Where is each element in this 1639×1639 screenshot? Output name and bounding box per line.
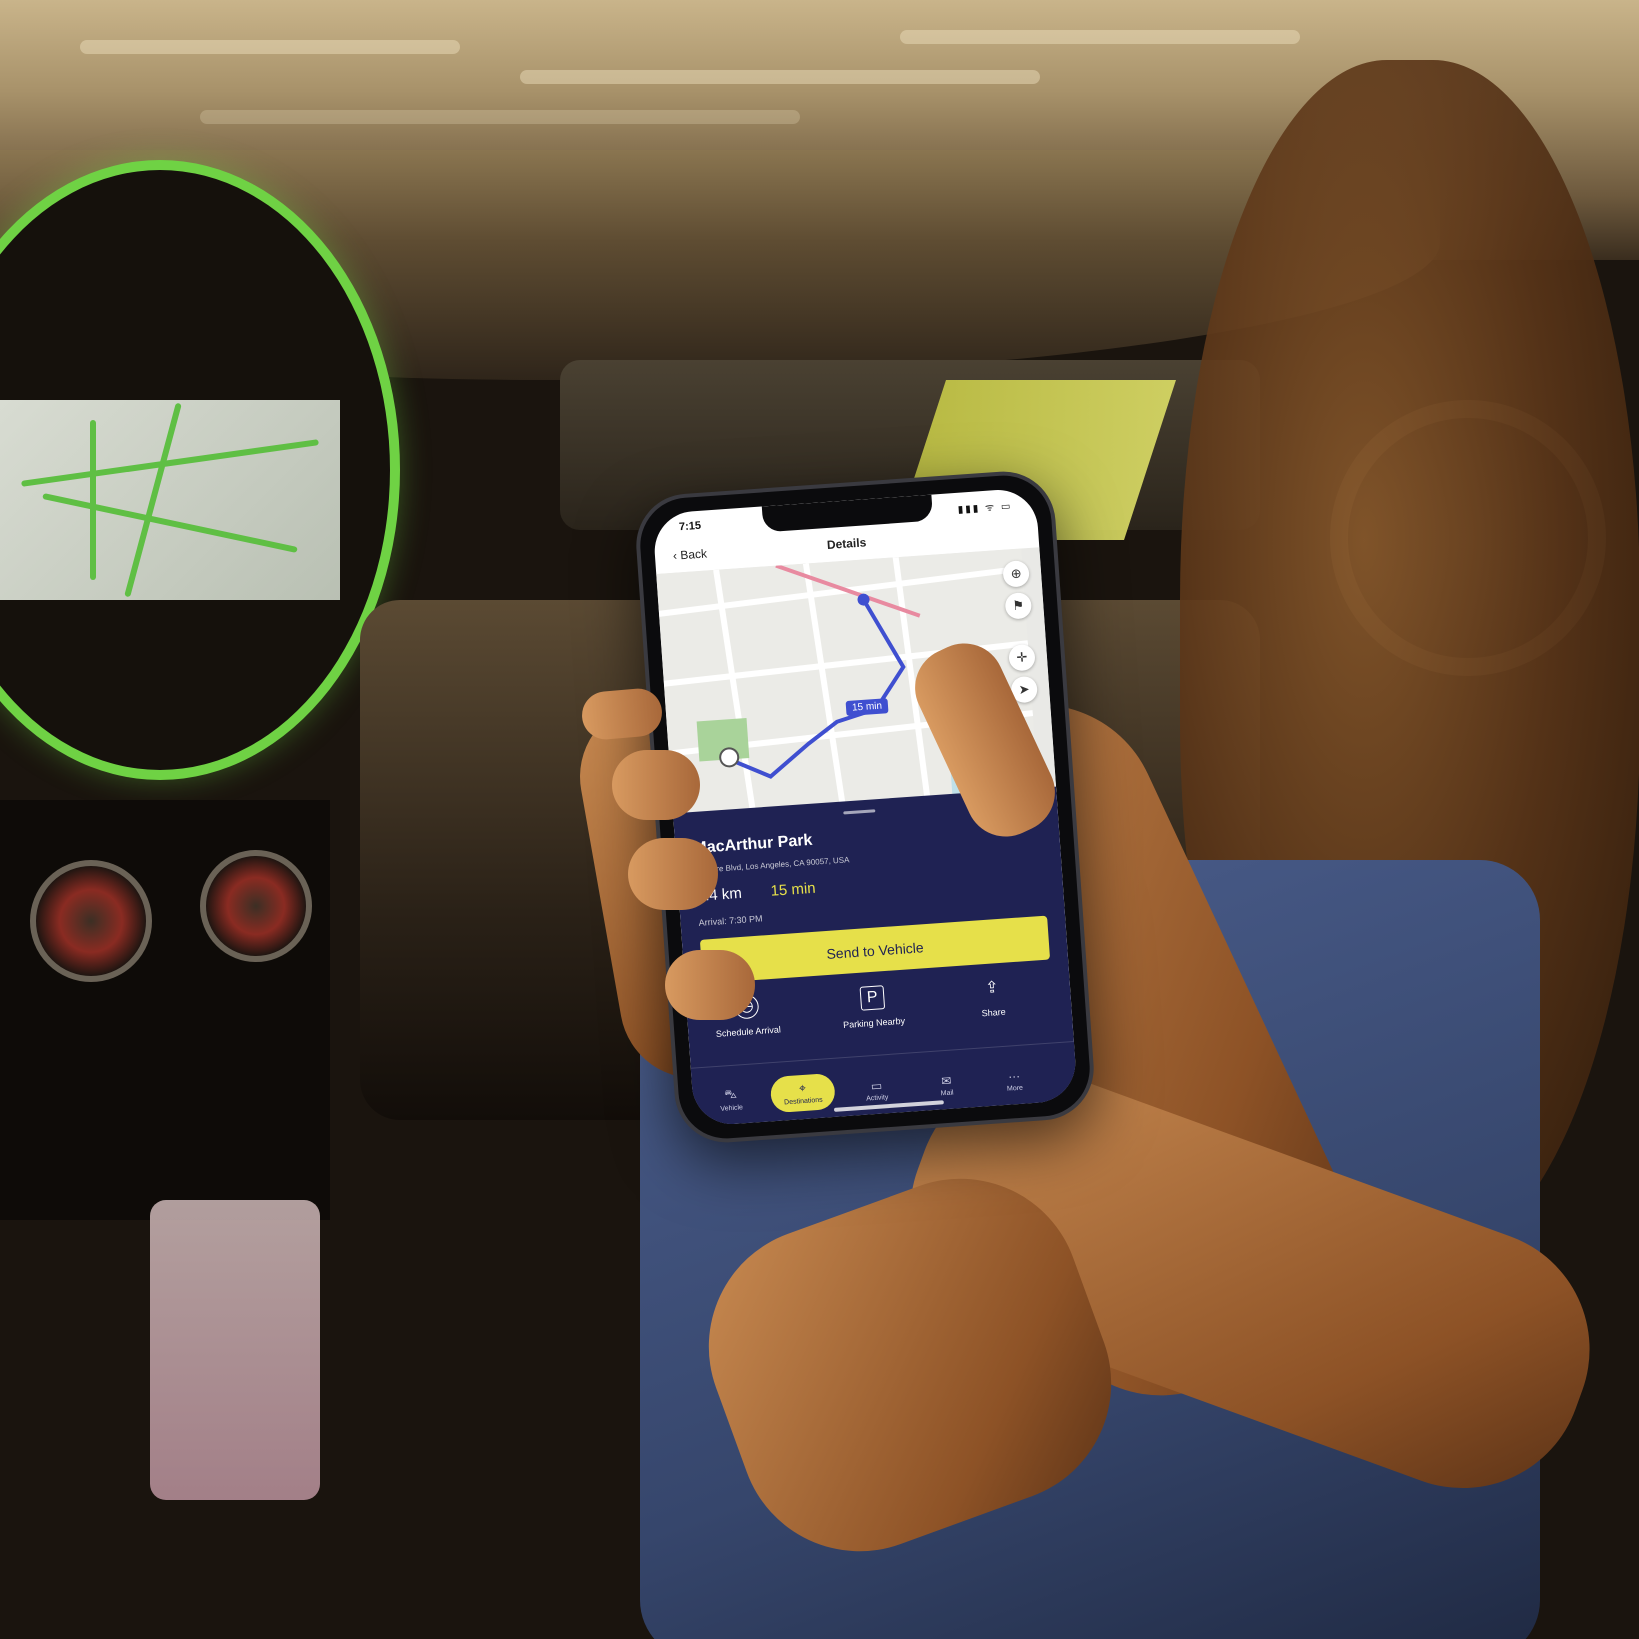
finger: [665, 950, 755, 1020]
traffic-button[interactable]: ⚑: [1004, 591, 1033, 620]
tab-vehicle-label: Vehicle: [720, 1104, 744, 1113]
tab-destinations-label: Destinations: [783, 1096, 823, 1107]
sheet-drag-handle[interactable]: [843, 809, 876, 815]
parking-icon: P: [859, 985, 886, 1011]
status-time: 7:15: [678, 519, 702, 534]
finger: [628, 838, 718, 910]
tab-destinations[interactable]: ⌖ Destinations: [769, 1072, 836, 1114]
satellite-view-button[interactable]: ⊕: [1002, 560, 1030, 588]
pin-icon: ⌖: [798, 1080, 807, 1096]
drink-bottle: [150, 1200, 320, 1500]
share-icon: ⇪: [984, 979, 1000, 998]
parking-nearby-button[interactable]: P Parking Nearby: [822, 982, 925, 1031]
tab-more-label: More: [1006, 1084, 1024, 1093]
more-icon: ···: [1007, 1068, 1021, 1084]
activity-icon: ▭: [870, 1078, 883, 1094]
share-label: Share: [981, 1006, 1006, 1019]
tab-activity[interactable]: ▭ Activity: [844, 1077, 909, 1104]
tab-activity-label: Activity: [866, 1094, 889, 1103]
finger: [612, 750, 700, 820]
share-button[interactable]: ⇪ Share: [941, 974, 1044, 1021]
schedule-arrival-label: Schedule Arrival: [715, 1024, 782, 1039]
tab-more[interactable]: ··· More: [982, 1067, 1047, 1094]
car-icon: ⛍: [724, 1086, 738, 1102]
mail-icon: ✉: [940, 1073, 952, 1089]
tab-vehicle[interactable]: ⛍ Vehicle: [698, 1085, 764, 1114]
parking-nearby-label: Parking Nearby: [842, 1015, 906, 1031]
arrival-time: Arrival: 7:30 PM: [698, 913, 763, 928]
center-console-controls: [0, 800, 330, 1220]
route-time-label: 15 min: [845, 698, 889, 717]
car-navigation-display: [0, 400, 340, 600]
status-icons: ▮▮▮ ᯤ ▭: [957, 500, 1013, 516]
recenter-button[interactable]: ✛: [1008, 643, 1036, 672]
tab-mail-label: Mail: [940, 1089, 954, 1098]
destination-duration: 15 min: [770, 879, 817, 900]
tab-mail[interactable]: ✉ Mail: [914, 1072, 979, 1099]
